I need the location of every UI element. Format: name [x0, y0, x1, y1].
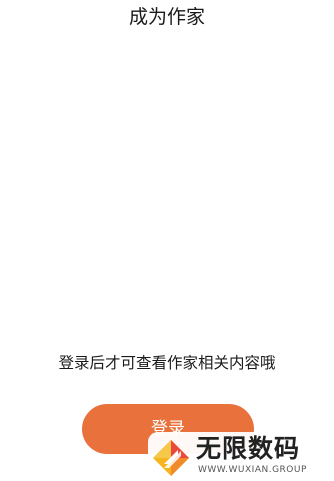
become-writer-page: 成为作家 登录后才可查看作家相关内容哦 登录 无限数码 WWW.WUXIAN.G…	[0, 0, 334, 481]
wuxian-logo-icon	[153, 440, 189, 476]
watermark: 无限数码 WWW.WUXIAN.GROUP	[148, 432, 334, 481]
login-required-message: 登录后才可查看作家相关内容哦	[58, 354, 276, 372]
page-title: 成为作家	[128, 6, 205, 28]
watermark-url: WWW.WUXIAN.GROUP	[198, 465, 307, 475]
watermark-brand-name: 无限数码	[196, 434, 301, 463]
